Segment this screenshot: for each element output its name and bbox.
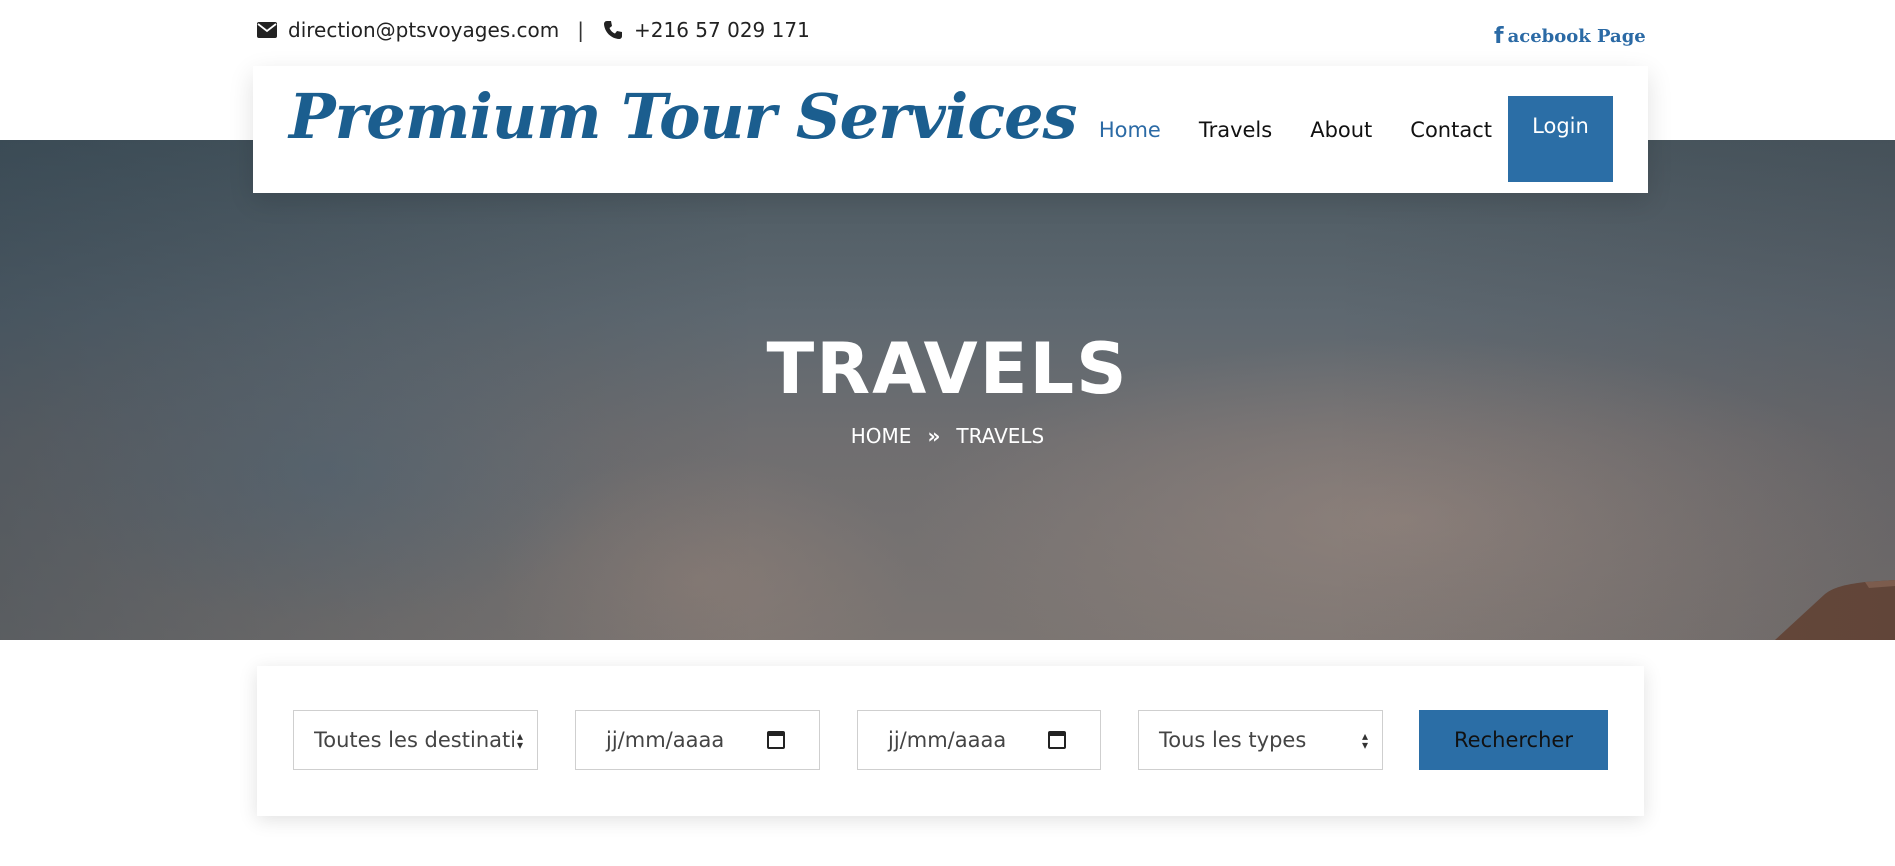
destination-select[interactable]: Toutes les destinatio ▴ ▾ [293, 710, 538, 770]
date-from-input[interactable]: jj/mm/aaaa [575, 710, 820, 770]
date-to-input[interactable]: jj/mm/aaaa [857, 710, 1101, 770]
date-from-placeholder: jj/mm/aaaa [606, 728, 725, 752]
breadcrumb: HOME » TRAVELS [0, 424, 1895, 448]
facebook-label: acebook Page [1507, 26, 1646, 47]
contact-info: direction@ptsvoyages.com | +216 57 029 1… [256, 14, 810, 46]
nav-item-contact[interactable]: Contact [1410, 118, 1492, 142]
airplane-wing-graphic [1775, 580, 1895, 640]
select-arrows-icon: ▴ ▾ [516, 729, 523, 752]
hero-banner: TRAVELS HOME » TRAVELS [0, 140, 1895, 640]
facebook-page-link[interactable]: f acebook Page [1494, 24, 1646, 49]
nav-item-home[interactable]: Home [1099, 118, 1161, 142]
type-select[interactable]: Tous les types ▴ ▾ [1138, 710, 1383, 770]
main-header: Premium Tour Services Home Travels About… [253, 66, 1648, 193]
main-nav: Home Travels About Contact [1099, 66, 1492, 193]
breadcrumb-home[interactable]: HOME [851, 424, 912, 448]
envelope-icon [256, 19, 278, 41]
type-select-value: Tous les types [1159, 728, 1307, 752]
destination-select-value: Toutes les destinatio [314, 728, 514, 752]
login-button[interactable]: Login [1508, 96, 1613, 182]
phone-icon [602, 19, 624, 41]
calendar-icon[interactable] [1048, 731, 1066, 749]
page-title: TRAVELS [766, 328, 1129, 410]
search-form: Toutes les destinatio ▴ ▾ jj/mm/aaaa jj/m… [257, 666, 1644, 816]
site-logo[interactable]: Premium Tour Services [289, 80, 1077, 153]
facebook-icon: f [1494, 24, 1504, 49]
contact-separator: | [577, 18, 585, 42]
select-arrows-icon: ▴ ▾ [1361, 729, 1368, 752]
double-chevron-right-icon: » [927, 424, 941, 448]
nav-item-travels[interactable]: Travels [1199, 118, 1272, 142]
breadcrumb-current: TRAVELS [956, 424, 1045, 448]
contact-phone[interactable]: +216 57 029 171 [634, 18, 810, 42]
date-to-placeholder: jj/mm/aaaa [888, 728, 1007, 752]
calendar-icon[interactable] [767, 731, 785, 749]
contact-email[interactable]: direction@ptsvoyages.com [288, 18, 559, 42]
nav-item-about[interactable]: About [1310, 118, 1372, 142]
search-button[interactable]: Rechercher [1419, 710, 1608, 770]
